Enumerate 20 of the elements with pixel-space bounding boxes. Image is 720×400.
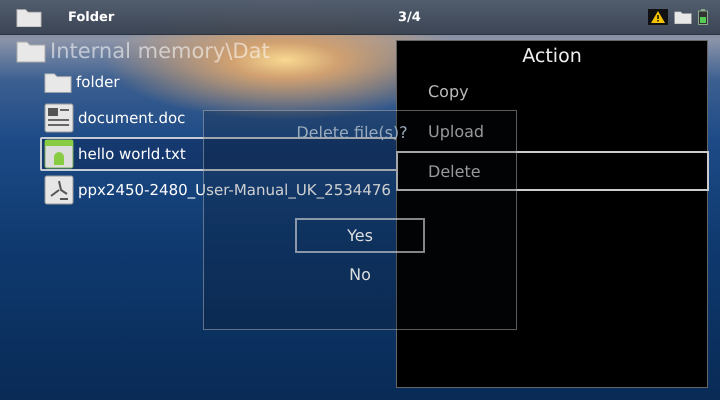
folder-icon bbox=[16, 39, 46, 63]
battery-icon bbox=[698, 9, 708, 25]
panel-title: Action bbox=[521, 44, 583, 69]
dialog-button[interactable]: No bbox=[295, 257, 425, 292]
folder-icon bbox=[44, 70, 72, 94]
warning-icon bbox=[648, 9, 668, 25]
dialog-button[interactable]: Yes bbox=[295, 218, 425, 253]
menu-item[interactable]: Delete bbox=[396, 151, 709, 191]
android-text-file-icon bbox=[44, 139, 74, 169]
file-row[interactable]: folder bbox=[40, 65, 126, 99]
folder-icon bbox=[16, 6, 42, 28]
document-icon bbox=[44, 103, 74, 133]
path-text: Internal memory\Dat bbox=[50, 39, 270, 63]
folder-icon bbox=[674, 10, 692, 24]
file-row[interactable]: ppx2450-2480_User-Manual_UK_2534476 bbox=[40, 173, 397, 207]
page-counter: 3/4 bbox=[398, 10, 422, 24]
menu-item[interactable]: Copy bbox=[396, 71, 709, 111]
bar-title: Folder bbox=[68, 10, 116, 24]
file-row[interactable]: document.doc bbox=[40, 101, 192, 135]
pdf-file-icon bbox=[44, 175, 74, 205]
